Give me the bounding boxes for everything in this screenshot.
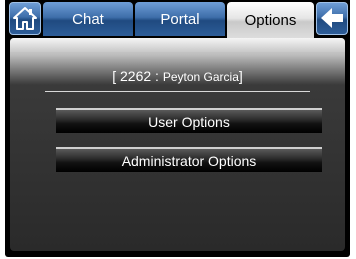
- administrator-options-button[interactable]: Administrator Options: [56, 147, 322, 172]
- app-window: Chat Portal Options [ 2262 : Peyton Garc…: [5, 0, 350, 257]
- tab-chat-label: Chat: [72, 10, 104, 28]
- administrator-options-label: Administrator Options: [121, 152, 257, 169]
- open-bracket: [: [112, 68, 117, 84]
- back-arrow-icon: [321, 8, 343, 28]
- tab-portal[interactable]: Portal: [135, 2, 225, 36]
- tab-portal-label: Portal: [160, 10, 200, 28]
- tab-chat[interactable]: Chat: [43, 2, 133, 36]
- tab-bar: Chat Portal Options: [5, 0, 350, 38]
- options-panel: [ 2262 : Peyton Garcia] User Options Adm…: [10, 38, 345, 251]
- user-identity: [ 2262 : Peyton Garcia]: [10, 68, 345, 84]
- tab-options[interactable]: Options: [227, 2, 314, 38]
- close-bracket: ]: [238, 68, 243, 84]
- home-icon: [13, 7, 37, 30]
- separator: :: [155, 68, 159, 84]
- divider: [45, 91, 310, 92]
- tab-options-label: Options: [244, 11, 297, 29]
- user-name: Peyton Garcia: [162, 70, 239, 84]
- back-button[interactable]: [316, 2, 348, 35]
- user-id: 2262: [120, 68, 152, 84]
- user-options-label: User Options: [148, 113, 230, 130]
- home-button[interactable]: [9, 2, 41, 35]
- user-options-button[interactable]: User Options: [56, 108, 322, 133]
